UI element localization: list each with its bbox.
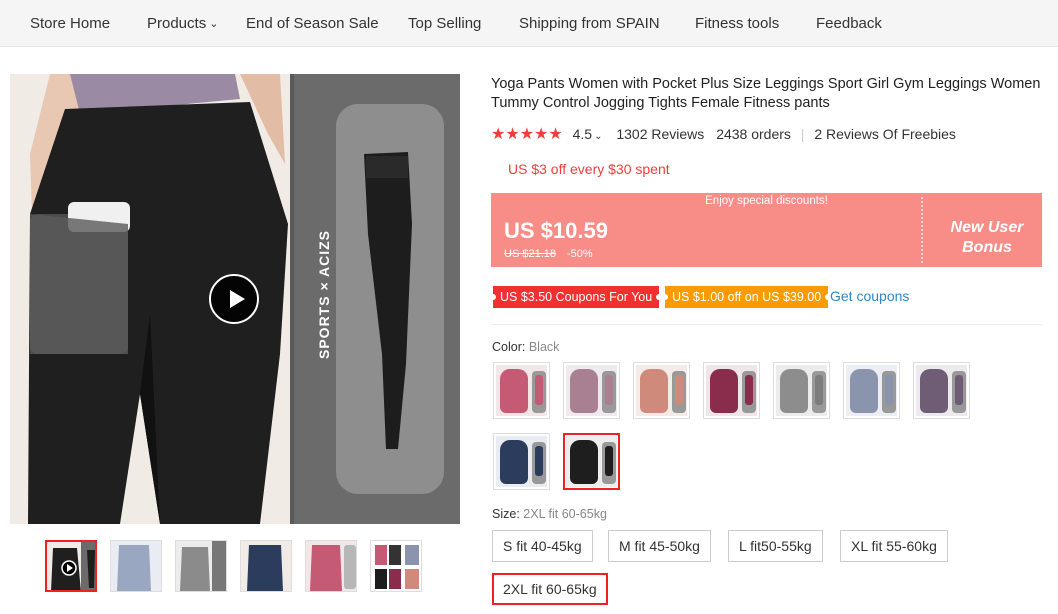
thumbnail-3[interactable] [175, 540, 227, 592]
freebies-reviews[interactable]: 2 Reviews Of Freebies [814, 126, 956, 142]
nav-top-selling[interactable]: Top Selling [408, 15, 481, 32]
coupon-badge-1[interactable]: US $3.50 Coupons For You [489, 286, 663, 308]
size-label: Size: 2XL fit 60-65kg [492, 507, 607, 521]
color-label: Color: Black [492, 340, 559, 354]
color-swatch-6[interactable] [843, 362, 900, 419]
store-nav: Store Home Products ⌄ End of Season Sale … [0, 0, 1058, 47]
thumbnail-2[interactable] [110, 540, 162, 592]
banner-divider [921, 197, 923, 263]
nav-store-home[interactable]: Store Home [30, 15, 110, 32]
discount-tagline: Enjoy special discounts! [705, 195, 828, 207]
divider [491, 324, 1042, 325]
thumbnail-1[interactable] [45, 540, 97, 592]
nav-end-of-season-sale[interactable]: End of Season Sale [246, 15, 379, 32]
color-swatch-4[interactable] [703, 362, 760, 419]
size-option-s[interactable]: S fit 40-45kg [492, 530, 593, 562]
leggings-side-view [336, 104, 444, 494]
thumbnail-5[interactable] [305, 540, 357, 592]
nav-products-label: Products [147, 15, 207, 32]
rating-value[interactable]: 4.5 [573, 126, 592, 142]
chevron-down-icon: ⌄ [594, 131, 603, 142]
color-swatch-2[interactable] [563, 362, 620, 419]
size-label-text: Size: [492, 507, 520, 521]
color-swatch-9[interactable] [563, 433, 620, 490]
thumbnail-image [306, 541, 356, 591]
nav-products[interactable]: Products ⌄ [147, 15, 218, 32]
color-label-text: Color: [492, 340, 526, 354]
nav-feedback[interactable]: Feedback [816, 15, 882, 32]
size-option-2xl[interactable]: 2XL fit 60-65kg [492, 573, 608, 605]
get-coupons-link[interactable]: Get coupons [830, 288, 909, 304]
thumbnail-image [111, 541, 161, 591]
color-selected-value: Black [528, 340, 560, 354]
reviews-count[interactable]: 1302 Reviews [616, 126, 704, 142]
size-option-m[interactable]: M fit 45-50kg [608, 530, 711, 562]
thumbnail-image [241, 541, 291, 591]
thumbnail-image [371, 541, 421, 591]
size-option-l[interactable]: L fit50-55kg [728, 530, 823, 562]
current-price: US $10.59 [504, 218, 608, 243]
thumbnail-image [47, 542, 95, 590]
brand-text: SPORTS × ACIZS [316, 229, 332, 359]
orders-count: 2438 orders [716, 126, 791, 142]
thumbnail-6[interactable] [370, 540, 422, 592]
color-swatch-8[interactable] [493, 433, 550, 490]
main-product-image[interactable]: SPORTS × ACIZS [10, 74, 460, 524]
new-user-bonus[interactable]: New User Bonus [942, 218, 1032, 258]
price-banner: Enjoy special discounts! US $10.59 US $2… [491, 193, 1042, 267]
discount-percent: -50% [567, 248, 593, 260]
thumbnail-4[interactable] [240, 540, 292, 592]
original-price: US $21.18 [504, 248, 556, 260]
nav-shipping-from-spain[interactable]: Shipping from SPAIN [519, 15, 660, 32]
thumbnail-image [176, 541, 226, 591]
nav-fitness-tools[interactable]: Fitness tools [695, 15, 779, 32]
play-video-button[interactable] [209, 274, 259, 324]
product-title: Yoga Pants Women with Pocket Plus Size L… [491, 76, 1041, 111]
color-swatch-3[interactable] [633, 362, 690, 419]
chevron-down-icon: ⌄ [209, 18, 219, 30]
size-selected-value: 2XL fit 60-65kg [523, 507, 607, 521]
separator: | [800, 126, 805, 142]
rating-row: ★★★★★ 4.5 ⌄ 1302 Reviews 2438 orders | 2 … [491, 124, 956, 143]
rating-stars: ★★★★★ [491, 126, 563, 143]
coupon-badge-2[interactable]: US $1.00 off on US $39.00 [661, 286, 832, 308]
color-swatch-7[interactable] [913, 362, 970, 419]
color-swatch-1[interactable] [493, 362, 550, 419]
size-option-xl[interactable]: XL fit 55-60kg [840, 530, 948, 562]
store-promo: US $3 off every $30 spent [508, 161, 670, 177]
leggings-side-graphic [364, 152, 412, 449]
color-swatch-5[interactable] [773, 362, 830, 419]
